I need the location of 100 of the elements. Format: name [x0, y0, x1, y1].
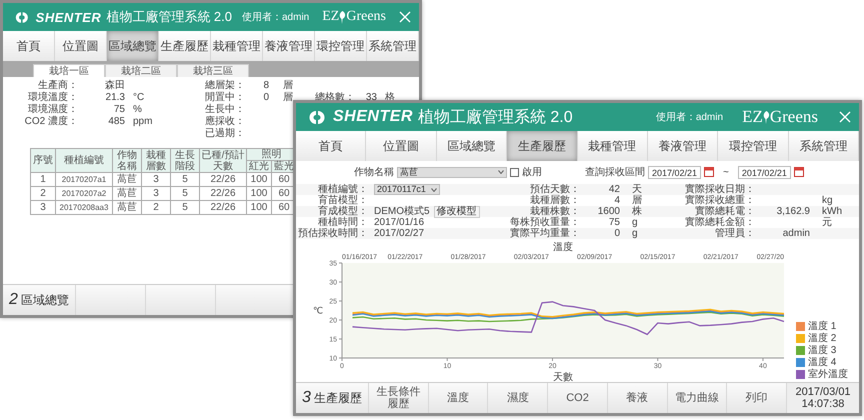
table-cell: 22/26 — [200, 172, 246, 186]
info-label: 預估採收時間： — [297, 228, 368, 239]
nav-tab[interactable]: 系統管理 — [788, 131, 859, 161]
nav-tab[interactable]: 生產履歷 — [159, 31, 211, 61]
info-unit: kg — [822, 195, 833, 206]
info-value: 3,162.9 — [776, 206, 810, 217]
table-cell: 2 — [30, 186, 56, 200]
legend-label: 溫度 2 — [808, 333, 836, 344]
nav-tab[interactable]: 首頁 — [296, 131, 366, 161]
logo-text: SHENTER — [36, 10, 102, 24]
info-label: 育成模型： — [317, 206, 368, 217]
table-cell: 5 — [170, 172, 200, 186]
info-unit: 元 — [822, 217, 832, 228]
table-cell: 5 — [170, 186, 200, 200]
info-unit: kWh — [822, 206, 842, 217]
crop-select[interactable]: 萵苣 — [397, 166, 507, 178]
info-unit: 層 — [283, 92, 293, 103]
info-value: 42 — [608, 184, 620, 195]
info-label: 實際總耗金額： — [684, 217, 755, 228]
nav-tab[interactable]: 生產履歷 — [507, 131, 578, 161]
chart-title: 溫度 — [553, 242, 573, 253]
info-label: 種植時間： — [317, 217, 368, 228]
nav-tab[interactable]: 栽種管理 — [578, 131, 648, 161]
range-label: 查詢採收區間 — [585, 166, 645, 179]
info-unit: 層 — [283, 80, 293, 91]
axis-title: ℃ — [312, 306, 324, 316]
table-header: 種植編號 — [56, 148, 112, 172]
zone-tab[interactable]: 栽培一區 — [33, 64, 105, 77]
info-label: 育苗模型： — [317, 195, 368, 206]
leaf-icon — [762, 110, 770, 124]
nav-tab[interactable]: 位置圖 — [366, 131, 437, 161]
calendar-icon[interactable] — [704, 167, 714, 177]
crop-label: 作物名稱 — [354, 166, 394, 179]
nav-tab[interactable]: 環控管理 — [315, 31, 367, 61]
range-separator: ~ — [723, 166, 729, 178]
info-value: 森田 — [105, 80, 125, 91]
info-label: 栽種株數： — [530, 206, 580, 217]
nav-tab[interactable]: 栽種管理 — [211, 31, 263, 61]
enable-checkbox[interactable] — [510, 168, 519, 176]
info-value: DEMO模式5 — [374, 206, 430, 217]
close-button[interactable] — [839, 111, 851, 123]
legend-label: 溫度 1 — [808, 321, 836, 332]
info-label: 應採收： — [204, 116, 245, 128]
info-label: 實際總耗電： — [694, 206, 755, 217]
info-unit: g — [632, 228, 638, 239]
table-cell: 22/26 — [200, 200, 246, 214]
info-value: 21.3 — [106, 92, 125, 103]
info-value: 0 — [614, 228, 620, 239]
axis-title: 天數 — [553, 372, 573, 382]
calendar-icon[interactable] — [794, 167, 804, 177]
table-cell: 20170207a2 — [56, 186, 112, 200]
caret-icon — [431, 188, 437, 192]
info-value: 4 — [614, 195, 620, 206]
table-cell: 1 — [30, 172, 56, 186]
info-label: CO2 濃度： — [24, 116, 78, 128]
edit-model-button[interactable]: 修改模型 — [434, 206, 480, 218]
nav-tab[interactable]: 區域總覽 — [107, 31, 159, 61]
nav-tab[interactable]: 區域總覽 — [436, 131, 508, 161]
info-value: 1600 — [598, 206, 620, 217]
nav-tab[interactable]: 養液管理 — [263, 31, 315, 61]
zone-tab[interactable]: 栽培二區 — [105, 64, 177, 77]
user-label: 使用者：admin — [242, 10, 310, 24]
table-cell: 100 — [246, 200, 272, 214]
info-unit: 天 — [632, 184, 642, 195]
caret-icon — [498, 170, 504, 174]
zone-tab[interactable]: 栽培三區 — [177, 64, 249, 77]
nav-tab[interactable]: 位置圖 — [55, 31, 107, 61]
nav-tab[interactable]: 系統管理 — [367, 31, 419, 61]
page-title: 2 區域總覽 — [8, 290, 70, 310]
info-label: 閒置中： — [204, 92, 245, 104]
table-cell: 22/26 — [200, 186, 246, 200]
table-cell: 2 — [142, 200, 170, 214]
leaf-icon — [339, 10, 346, 24]
info-label: 管理員： — [714, 228, 755, 239]
clock-date: 2017/03/01 — [796, 386, 851, 398]
planting-number-select[interactable]: 20170117c1 — [374, 184, 440, 195]
info-label: 種植編號： — [317, 184, 368, 195]
info-unit: % — [133, 104, 142, 115]
info-label: 實際平均重量： — [509, 228, 580, 239]
window-title: 植物工廠管理系統 2.0 — [418, 108, 573, 128]
table-cell: 100 — [246, 172, 272, 186]
brand-text: EZ — [742, 107, 763, 127]
legend-label: 室外溫度 — [808, 369, 848, 380]
table-header: 作物名稱 — [112, 148, 142, 172]
table-header: 生長階段 — [170, 148, 200, 172]
nav-tab[interactable]: 養液管理 — [648, 131, 718, 161]
info-value: 33 — [366, 92, 377, 103]
nav-tab[interactable]: 環控管理 — [718, 131, 789, 161]
legend-label: 溫度 3 — [808, 345, 836, 356]
info-value: admin — [782, 228, 810, 239]
nav-tab[interactable]: 首頁 — [3, 31, 55, 61]
close-button[interactable] — [399, 11, 411, 23]
clock-time: 14:07:38 — [802, 398, 844, 410]
table-cell: 100 — [246, 186, 272, 200]
info-value: 75 — [114, 104, 125, 115]
table-cell: 萵苣 — [112, 172, 142, 186]
start-date-field[interactable]: 2017/02/21 — [648, 166, 702, 178]
info-label: 預估天數： — [529, 184, 580, 195]
end-date-field[interactable]: 2017/02/21 — [738, 166, 791, 178]
info-unit: 層 — [632, 195, 642, 206]
